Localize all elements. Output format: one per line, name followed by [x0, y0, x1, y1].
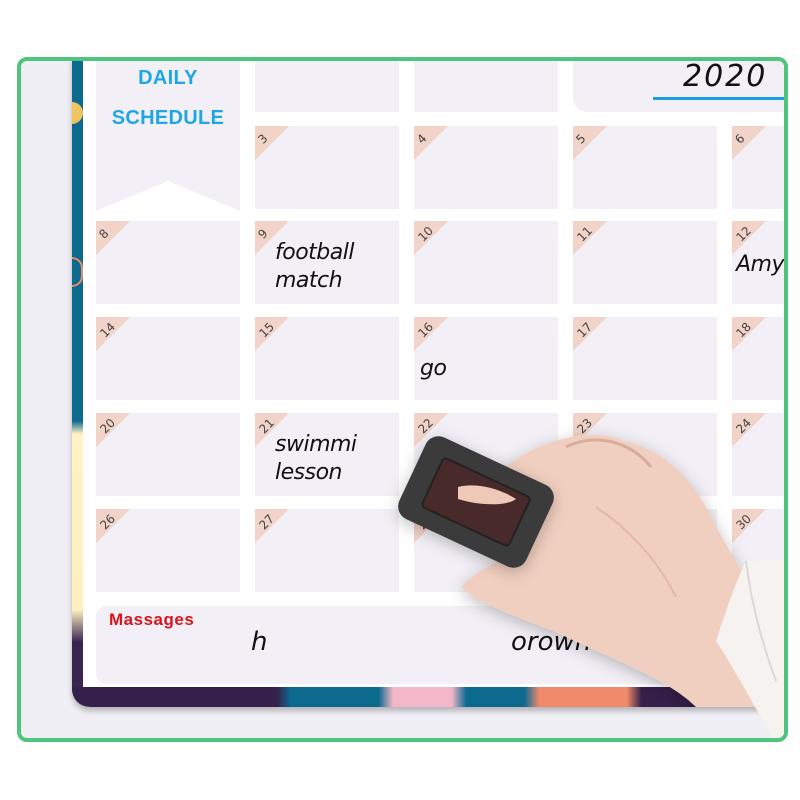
day-note: go [420, 356, 447, 381]
calendar-day-11[interactable]: 11 [573, 221, 717, 304]
image-frame: DAILY SCHEDULE 2020 3 4 5 6 8 9 football match… [17, 57, 788, 742]
title-schedule: SCHEDULE [111, 107, 225, 129]
calendar-day-8[interactable]: 8 [96, 221, 240, 304]
messages-note-left: h [251, 627, 268, 657]
day-note: swimmi lesson [275, 432, 357, 485]
title-daily: DAILY [138, 67, 198, 89]
day-note: football match [275, 240, 354, 293]
day-note: Amy [736, 252, 784, 277]
messages-label: Massages [109, 610, 195, 629]
decorative-left-border [72, 61, 83, 707]
calendar-cell-top-2[interactable] [414, 61, 558, 112]
calendar-day-20[interactable]: 20 [96, 413, 240, 496]
leaf-outline-icon [72, 257, 83, 287]
year-label: 2020 [683, 59, 768, 94]
calendar-day-4[interactable]: 4 [414, 126, 558, 209]
calendar-day-3[interactable]: 3 [255, 126, 399, 209]
calendar-day-14[interactable]: 14 [96, 317, 240, 400]
calendar-day-10[interactable]: 10 [414, 221, 558, 304]
calendar-day-6[interactable]: 6 [732, 126, 784, 209]
calendar-day-5[interactable]: 5 [573, 126, 717, 209]
shirt-sleeve [716, 561, 784, 738]
leaf-icon [72, 102, 83, 124]
ribbon-notch [96, 181, 240, 211]
calendar-day-9[interactable]: 9 football match [255, 221, 399, 304]
calendar-day-26[interactable]: 26 [96, 509, 240, 592]
year-underline [653, 97, 784, 100]
calendar-day-12[interactable]: 12 Amy [732, 221, 784, 304]
calendar-cell-top-1[interactable] [255, 61, 399, 112]
